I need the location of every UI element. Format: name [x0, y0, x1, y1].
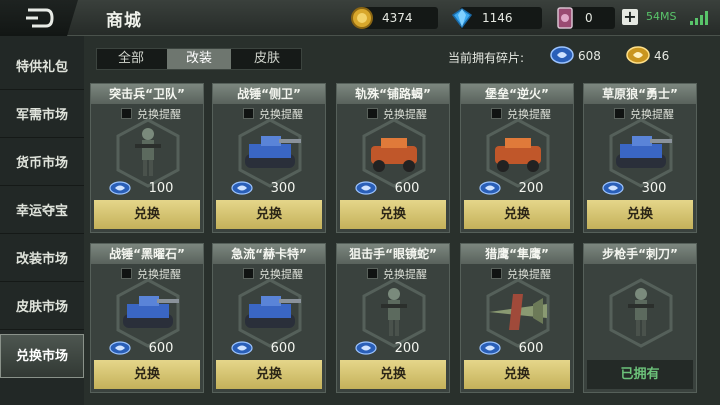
fragment-icon [355, 341, 377, 355]
exchange-button[interactable]: 兑换 [464, 360, 570, 389]
fragment-icon [109, 341, 131, 355]
fragment-icon [479, 181, 501, 195]
ticket-value: 0 [585, 11, 593, 25]
card-price: 600 [148, 341, 174, 356]
card-price: 600 [394, 181, 420, 196]
fragments-label: 当前拥有碎片: [448, 51, 525, 65]
exchange-button[interactable]: 兑换 [94, 200, 200, 229]
exchange-card: 战锤“侧卫” 兑换提醒 300 兑换 [212, 83, 326, 233]
card-title: 草原狼“勇士” [584, 84, 696, 104]
sidebar: 特供礼包 军需市场 货币市场 幸运夺宝 改装市场 皮肤市场 兑换市场 [0, 36, 84, 405]
add-currency-button[interactable]: + [622, 9, 638, 25]
sidebar-item-skin-market[interactable]: 皮肤市场 [0, 286, 84, 330]
sidebar-item-lucky-draw[interactable]: 幸运夺宝 [0, 190, 84, 234]
exchange-card: 战锤“黑曜石” 兑换提醒 600 兑换 [90, 243, 204, 393]
page-title: 商城 [106, 11, 142, 31]
gold-fragment-icon [626, 46, 650, 64]
card-price: 100 [148, 181, 174, 196]
filter-tabs: 全部 改装 皮肤 [96, 48, 302, 70]
exchange-button[interactable]: 兑换 [216, 200, 322, 229]
card-title: 步枪手“刺刀” [584, 244, 696, 264]
sidebar-item-mod-market[interactable]: 改装市场 [0, 238, 84, 282]
ping-readout: 54MS [646, 10, 677, 23]
exchange-button[interactable]: 兑换 [464, 200, 570, 229]
exchange-button[interactable]: 兑换 [340, 360, 446, 389]
exchange-card: 轨殊“铺路蝎” 兑换提醒 600 兑换 [336, 83, 450, 233]
ticket-card-icon [557, 7, 573, 29]
card-title: 战锤“黑曜石” [91, 244, 203, 264]
diamond-value: 1146 [482, 11, 513, 25]
card-title: 急流“赫卡特” [213, 244, 325, 264]
exchange-button[interactable]: 兑换 [216, 360, 322, 389]
gold-value: 4374 [382, 11, 413, 25]
exchange-card: 草原狼“勇士” 兑换提醒 300 兑换 [583, 83, 697, 233]
card-price: 300 [641, 181, 667, 196]
exchange-card: 突击兵“卫队” 兑换提醒 100 兑换 [90, 83, 204, 233]
blue-fragment-icon [550, 46, 574, 64]
card-title: 狙击手“眼镜蛇” [337, 244, 449, 264]
card-price: 600 [270, 341, 296, 356]
tab-all[interactable]: 全部 [99, 49, 163, 69]
fragment-icon [231, 341, 253, 355]
back-icon [26, 8, 54, 28]
back-button[interactable] [0, 0, 78, 36]
diamond-icon [451, 8, 473, 29]
sidebar-item-exchange-market[interactable]: 兑换市场 [0, 334, 84, 378]
tab-mod[interactable]: 改装 [167, 49, 231, 69]
signal-icon [690, 11, 708, 25]
card-price: 200 [518, 181, 544, 196]
card-title: 突击兵“卫队” [91, 84, 203, 104]
exchange-card: 急流“赫卡特” 兑换提醒 600 兑换 [212, 243, 326, 393]
blue-fragment-value: 608 [578, 49, 601, 63]
card-title: 战锤“侧卫” [213, 84, 325, 104]
diamond-counter: 1146 [451, 7, 542, 29]
tab-skin[interactable]: 皮肤 [235, 49, 299, 69]
fragment-icon [479, 341, 501, 355]
sidebar-item-supply-market[interactable]: 军需市场 [0, 94, 84, 138]
fragment-icon [602, 181, 624, 195]
gold-counter: 4374 [351, 7, 438, 29]
card-title: 轨殊“铺路蝎” [337, 84, 449, 104]
sidebar-item-special-pack[interactable]: 特供礼包 [0, 46, 84, 90]
exchange-button[interactable]: 兑换 [340, 200, 446, 229]
exchange-card: 猎鹰“隼鹰” 兑换提醒 600 兑换 [460, 243, 574, 393]
card-price: 600 [518, 341, 544, 356]
card-price: 300 [270, 181, 296, 196]
fragment-icon [109, 181, 131, 195]
exchange-button[interactable]: 兑换 [94, 360, 200, 389]
owned-status: 已拥有 [587, 360, 693, 389]
card-title: 猎鹰“隼鹰” [461, 244, 573, 264]
ticket-counter: 0 [557, 7, 615, 29]
card-price: 200 [394, 341, 420, 356]
exchange-button[interactable]: 兑换 [587, 200, 693, 229]
sidebar-item-currency-market[interactable]: 货币市场 [0, 142, 84, 186]
card-title: 堡垒“逆火” [461, 84, 573, 104]
fragment-icon [231, 181, 253, 195]
exchange-card: 步枪手“刺刀” 已拥有 [583, 243, 697, 393]
top-bar: 商城 4374 1146 0 + 54MS [0, 0, 720, 36]
gold-coin-icon [351, 7, 373, 29]
exchange-card: 狙击手“眼镜蛇” 兑换提醒 200 兑换 [336, 243, 450, 393]
fragment-icon [355, 181, 377, 195]
gold-fragment-value: 46 [654, 49, 670, 63]
exchange-card: 堡垒“逆火” 兑换提醒 200 兑换 [460, 83, 574, 233]
